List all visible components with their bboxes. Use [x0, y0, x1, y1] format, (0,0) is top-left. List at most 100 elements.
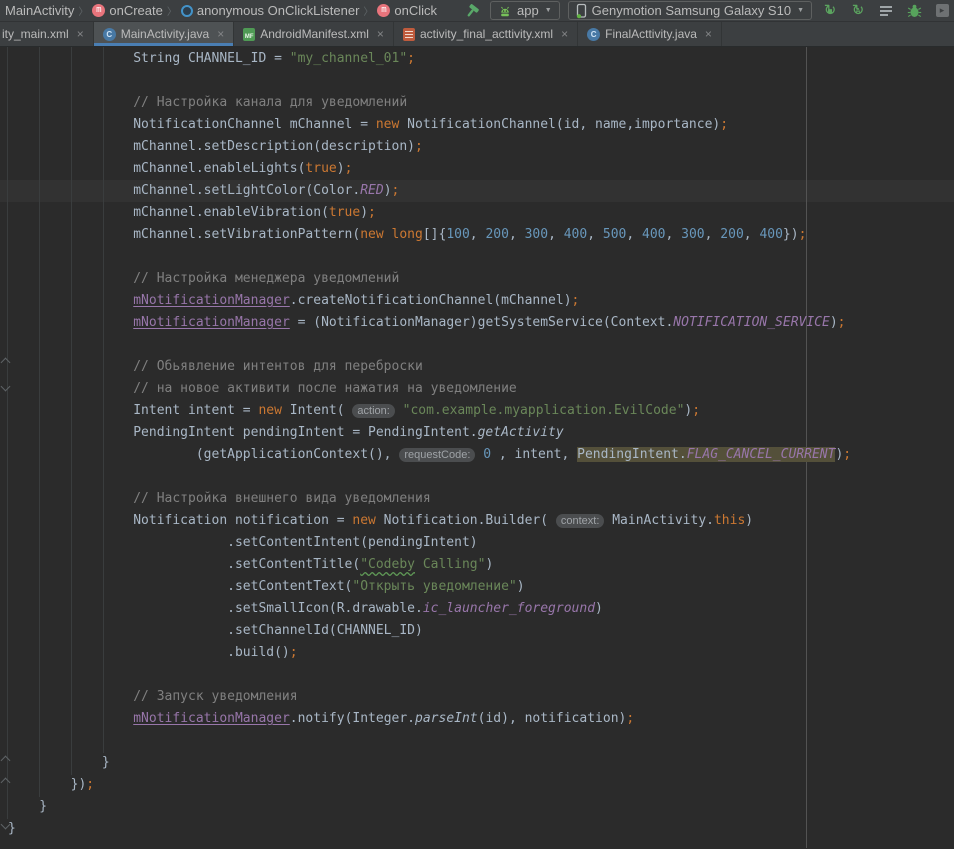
code-line[interactable]: mChannel.setLightColor(Color.RED);	[8, 180, 851, 202]
code-token: this	[714, 513, 745, 528]
code-token: ;	[86, 777, 94, 792]
code-line[interactable]	[8, 334, 851, 356]
code-token: mChannel.enableVibration(	[8, 205, 329, 220]
code-line[interactable]: // Запуск уведомления	[8, 686, 851, 708]
tab-label: MainActivity.java	[121, 27, 209, 41]
code-token: // Обьявление интентов для переброски	[8, 359, 423, 374]
code-line[interactable]: NotificationChannel mChannel = new Notif…	[8, 114, 851, 136]
close-icon[interactable]: ×	[377, 27, 384, 41]
code-token: (id), notification)	[478, 711, 627, 726]
code-line[interactable]: .setChannelId(CHANNEL_ID)	[8, 620, 851, 642]
code-line[interactable]: .setContentIntent(pendingIntent)	[8, 532, 851, 554]
code-line[interactable]: .build();	[8, 642, 851, 664]
code-line[interactable]	[8, 70, 851, 92]
breadcrumb-item-class[interactable]: MainActivity	[2, 3, 77, 18]
code-token: )	[485, 557, 493, 572]
code-token	[384, 227, 392, 242]
bug-icon	[907, 3, 922, 18]
profiler-icon[interactable]	[876, 1, 896, 21]
tab-activity-final-acttivity-xml[interactable]: activity_final_acttivity.xml ×	[394, 22, 578, 46]
code-line[interactable]: (getApplicationContext(), requestCode: 0…	[8, 444, 851, 466]
code-line[interactable]: // Обьявление интентов для переброски	[8, 356, 851, 378]
build-hammer-icon[interactable]	[462, 1, 482, 21]
parameter-hint: context:	[556, 514, 605, 528]
code-token: .setContentIntent(pendingIntent)	[8, 535, 478, 550]
code-token: ;	[838, 315, 846, 330]
code-line[interactable]: });	[8, 774, 851, 796]
code-line[interactable]: mChannel.enableLights(true);	[8, 158, 851, 180]
code-line[interactable]	[8, 730, 851, 752]
code-line[interactable]: // Настройка менеджера уведомлений	[8, 268, 851, 290]
code-token: NOTIFICATION_SERVICE	[673, 315, 830, 330]
java-class-icon: C	[103, 28, 116, 41]
debug-attach-icon[interactable]	[904, 1, 924, 21]
code-line[interactable]: .setContentText("Открыть уведомление")	[8, 576, 851, 598]
code-token: ;	[345, 161, 353, 176]
code-token: PendingIntent pendingIntent = PendingInt…	[8, 425, 478, 440]
code-token: true	[305, 161, 336, 176]
apply-code-changes-icon[interactable]: ↻ A	[848, 1, 868, 21]
code-token: new	[376, 117, 399, 132]
code-line[interactable]	[8, 246, 851, 268]
code-token: )	[337, 161, 345, 176]
tab-label: ity_main.xml	[2, 27, 69, 41]
code-line[interactable]: .setSmallIcon(R.drawable.ic_launcher_for…	[8, 598, 851, 620]
close-icon[interactable]: ×	[561, 27, 568, 41]
code-line[interactable]	[8, 664, 851, 686]
code-line[interactable]: mNotificationManager.createNotificationC…	[8, 290, 851, 312]
code-token: mChannel.setDescription(description)	[8, 139, 415, 154]
code-token: FLAG_CANCEL_CURRENT	[687, 447, 836, 462]
code-line[interactable]	[8, 466, 851, 488]
code-line[interactable]: mChannel.setVibrationPattern(new long[]{…	[8, 224, 851, 246]
tab-activity-main-xml[interactable]: ity_main.xml ×	[0, 22, 94, 46]
code-token: mNotificationManager	[133, 293, 290, 308]
code-token: []{	[423, 227, 446, 242]
code-token: RED	[360, 183, 383, 198]
tab-label: AndroidManifest.xml	[260, 27, 369, 41]
code-token: .build()	[8, 645, 290, 660]
code-line[interactable]: // на новое активити после нажатия на ув…	[8, 378, 851, 400]
code-line[interactable]: mNotificationManager.notify(Integer.pars…	[8, 708, 851, 730]
device-selector-dropdown[interactable]: Genymotion Samsung Galaxy S10▼	[568, 1, 812, 20]
breadcrumb-item-onclick[interactable]: m onClick	[374, 3, 440, 18]
code-token: 100	[446, 227, 469, 242]
code-token: mNotificationManager	[133, 315, 290, 330]
close-icon[interactable]: ×	[705, 27, 712, 41]
breadcrumb-separator: 〉	[77, 3, 89, 18]
code-token: // Настройка канала для уведомлений	[8, 95, 407, 110]
breadcrumb-item-anonymous-class[interactable]: anonymous OnClickListener	[178, 3, 363, 18]
code-token: 500	[603, 227, 626, 242]
code-token: Calling"	[415, 557, 485, 572]
tab-finalacttivity-java[interactable]: C FinalActtivity.java ×	[578, 22, 722, 46]
code-token: )	[830, 315, 838, 330]
code-line[interactable]: // Настройка канала для уведомлений	[8, 92, 851, 114]
run-configuration-dropdown[interactable]: app ▼	[490, 1, 560, 20]
code-line[interactable]: mChannel.setDescription(description);	[8, 136, 851, 158]
code-line[interactable]: mChannel.enableVibration(true);	[8, 202, 851, 224]
profile-app-icon[interactable]: ▸	[932, 1, 952, 21]
close-icon[interactable]: ×	[217, 27, 224, 41]
code-token: Intent(	[282, 403, 352, 418]
close-icon[interactable]: ×	[77, 27, 84, 41]
code-token: ;	[843, 447, 851, 462]
code-token: ;	[290, 645, 298, 660]
code-line[interactable]: }	[8, 752, 851, 774]
code-token: .setChannelId(CHANNEL_ID)	[8, 623, 423, 638]
code-token: // Настройка менеджера уведомлений	[8, 271, 399, 286]
code-line[interactable]: }	[8, 818, 851, 840]
code-lines[interactable]: String CHANNEL_ID = "my_channel_01"; // …	[8, 48, 851, 840]
code-line[interactable]: .setContentTitle("Codeby Calling")	[8, 554, 851, 576]
code-line[interactable]: // Настройка внешнего вида уведомления	[8, 488, 851, 510]
code-line[interactable]: Intent intent = new Intent( action: "com…	[8, 400, 851, 422]
tab-androidmanifest-xml[interactable]: MF AndroidManifest.xml ×	[234, 22, 394, 46]
code-line[interactable]: String CHANNEL_ID = "my_channel_01";	[8, 48, 851, 70]
code-editor[interactable]: String CHANNEL_ID = "my_channel_01"; // …	[0, 47, 954, 848]
breadcrumb-item-oncreate[interactable]: m onCreate	[89, 3, 165, 18]
code-line[interactable]: PendingIntent pendingIntent = PendingInt…	[8, 422, 851, 444]
tab-mainactivity-java[interactable]: C MainActivity.java ×	[94, 22, 235, 46]
code-token: ,	[509, 227, 525, 242]
apply-changes-restart-icon[interactable]: ↻	[820, 1, 840, 21]
code-line[interactable]: }	[8, 796, 851, 818]
code-line[interactable]: Notification notification = new Notifica…	[8, 510, 851, 532]
code-line[interactable]: mNotificationManager = (NotificationMana…	[8, 312, 851, 334]
